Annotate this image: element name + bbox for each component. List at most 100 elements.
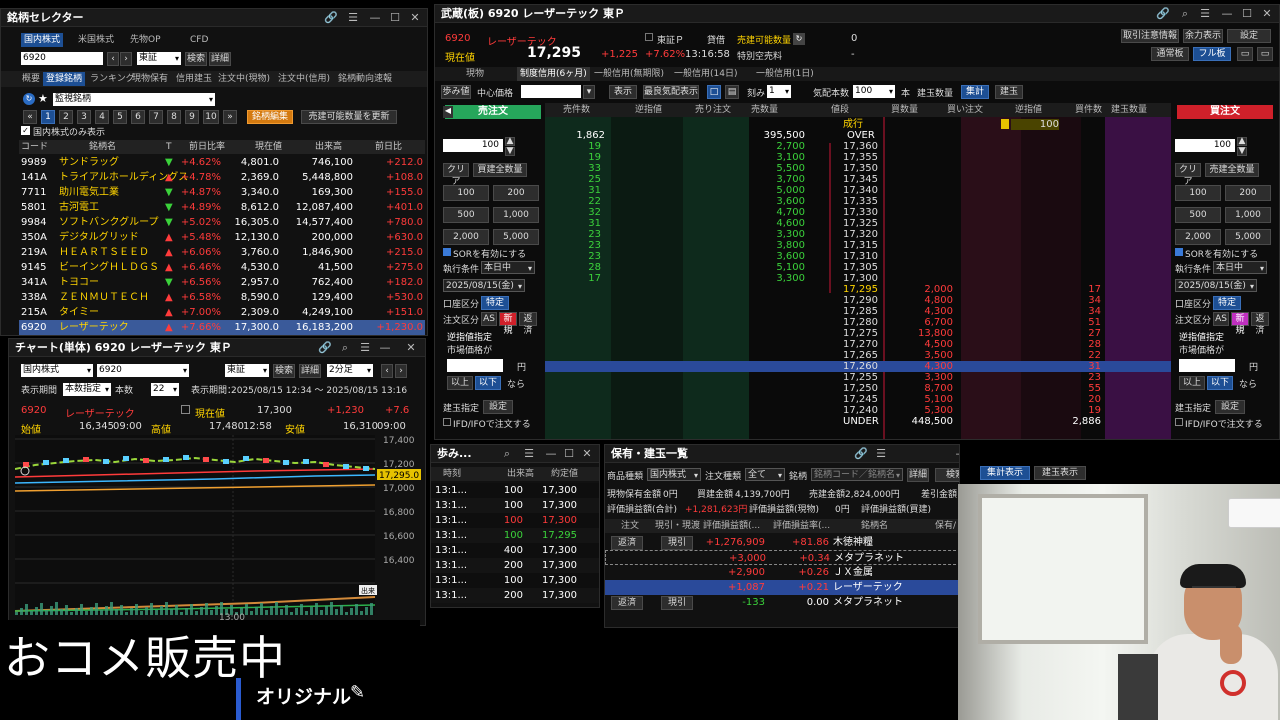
book-row[interactable]: 17,275 13,800 27 bbox=[545, 328, 1171, 339]
close-icon[interactable]: ✕ bbox=[1259, 5, 1275, 23]
holdings-search-button[interactable]: 検索 bbox=[935, 468, 959, 482]
period-mode-select[interactable]: 本数指定 bbox=[63, 383, 111, 396]
star-icon[interactable]: ★ bbox=[38, 92, 48, 105]
book-row[interactable]: 17,280 6,700 51 bbox=[545, 317, 1171, 328]
acct-button[interactable]: 特定 bbox=[1213, 296, 1241, 310]
close-icon[interactable]: ✕ bbox=[407, 9, 423, 27]
sum-view-tab[interactable]: 集計表示 bbox=[980, 466, 1030, 480]
stock-input[interactable]: 銘柄コード／銘柄名 bbox=[811, 468, 903, 482]
qty-down[interactable]: ▼ bbox=[505, 147, 515, 156]
chart-market-select[interactable]: 国内株式 bbox=[21, 364, 93, 377]
tick-row[interactable]: 13:1... 100 17,300 bbox=[431, 573, 599, 588]
col-vol[interactable]: 出来高 bbox=[315, 140, 342, 154]
page-8[interactable]: 8 bbox=[167, 110, 181, 124]
col-name[interactable]: 銘柄名 bbox=[89, 140, 116, 154]
acct-button[interactable]: 特定 bbox=[481, 296, 509, 310]
table-row[interactable]: 9989 サンドラッグ ▼ +4.62% 4,801.0 746,100 +212.0 bbox=[19, 155, 425, 170]
subtab-cash[interactable]: 現物保有 bbox=[129, 72, 171, 86]
build-set-button[interactable]: 設定 bbox=[483, 400, 513, 414]
book-row[interactable]: 17,270 4,500 28 bbox=[545, 339, 1171, 350]
page-1[interactable]: 1 bbox=[41, 110, 55, 124]
buy-order-button[interactable]: 買注文 bbox=[1177, 105, 1273, 119]
book-row[interactable]: 17,290 4,800 34 bbox=[545, 295, 1171, 306]
menu-icon[interactable]: ☰ bbox=[345, 9, 361, 27]
maximize-icon[interactable]: ☐ bbox=[387, 9, 403, 27]
book-row[interactable]: 17,240 5,300 19 bbox=[545, 405, 1171, 416]
table-row[interactable]: 215A タイミー ▲ +7.00% 2,309.0 4,249,100 +151.0 bbox=[19, 305, 425, 320]
as-button[interactable]: AS bbox=[481, 312, 497, 326]
page-9[interactable]: 9 bbox=[185, 110, 199, 124]
holding-row[interactable]: +3,000 +0.34 メタプラネット bbox=[605, 550, 959, 565]
book-row[interactable]: UNDER 448,500 2,886 bbox=[545, 416, 1171, 427]
page-6[interactable]: 6 bbox=[131, 110, 145, 124]
return-button[interactable]: 返済 bbox=[1251, 312, 1269, 336]
col-chg[interactable]: 前日比 bbox=[375, 140, 402, 154]
page-7[interactable]: 7 bbox=[149, 110, 163, 124]
as-button[interactable]: AS bbox=[1213, 312, 1229, 326]
book-row[interactable]: 31 5,000 17,340 bbox=[545, 185, 1171, 196]
tick-row[interactable]: 13:1... 100 17,295 bbox=[431, 528, 599, 543]
subtab-news[interactable]: 銘柄動向速報 bbox=[335, 72, 395, 86]
subtab-overview[interactable]: 概要 bbox=[19, 72, 43, 86]
table-row[interactable]: 341A トヨコー ▼ +6.56% 2,957.0 762,400 +182.0 bbox=[19, 275, 425, 290]
menu-icon[interactable]: ☰ bbox=[357, 339, 373, 357]
page-first[interactable]: « bbox=[23, 110, 37, 124]
date-select[interactable]: 2025/08/15(金) bbox=[1175, 279, 1257, 293]
tick-row[interactable]: 13:1... 200 17,300 bbox=[431, 588, 599, 603]
quick-qty-button[interactable]: 200 bbox=[1225, 185, 1271, 201]
build-button[interactable]: 建玉 bbox=[995, 85, 1023, 99]
ifd-checkbox[interactable] bbox=[1175, 418, 1183, 426]
below-button[interactable]: 以下 bbox=[1207, 376, 1233, 390]
menu-icon[interactable]: ☰ bbox=[873, 445, 889, 463]
qty-down[interactable]: ▼ bbox=[1237, 147, 1247, 156]
clear-button[interactable]: クリア bbox=[443, 163, 469, 187]
ifd-checkbox[interactable] bbox=[443, 418, 451, 426]
book-row[interactable]: 23 3,300 17,320 bbox=[545, 229, 1171, 240]
quick-qty-button[interactable]: 2,000 bbox=[443, 229, 489, 245]
book-row[interactable]: 17,260 4,300 31 bbox=[545, 361, 1171, 372]
book-row[interactable]: 31 4,600 17,325 bbox=[545, 218, 1171, 229]
subtab-margin[interactable]: 信用建玉 bbox=[173, 72, 215, 86]
book-row[interactable]: 32 4,700 17,330 bbox=[545, 207, 1171, 218]
date-select[interactable]: 2025/08/15(金) bbox=[443, 279, 525, 293]
chart-exchange-select[interactable]: 東証 bbox=[225, 364, 269, 377]
tick-row[interactable]: 13:1... 100 17,300 bbox=[431, 483, 599, 498]
book-row[interactable]: 1,862 395,500 OVER bbox=[545, 130, 1171, 141]
count-select[interactable]: 22 bbox=[151, 383, 179, 396]
table-row[interactable]: 219A ＨＥＡＲＴＳＥＥＤ ▲ +6.06% 3,760.0 1,846,900 +215… bbox=[19, 245, 425, 260]
page-3[interactable]: 3 bbox=[77, 110, 91, 124]
link-icon[interactable]: 🔗 bbox=[1155, 5, 1171, 23]
reverse-price-input[interactable] bbox=[447, 359, 503, 372]
table-row[interactable]: 9145 ビーイングＨＬＤＧＳ ▲ +6.46% 4,530.0 41,500 +275.0 bbox=[19, 260, 425, 275]
subtab-orders-margin[interactable]: 注文中(信用) bbox=[275, 72, 333, 86]
holding-row[interactable]: 返済 現引 -133 0.00 メタプラネット bbox=[605, 595, 959, 610]
exch-check[interactable] bbox=[645, 33, 653, 41]
position-view-tab[interactable]: 建玉表示 bbox=[1034, 466, 1086, 480]
book-row[interactable]: 17 3,300 17,300 bbox=[545, 273, 1171, 284]
page-5[interactable]: 5 bbox=[113, 110, 127, 124]
book-row[interactable]: 17,285 4,300 34 bbox=[545, 306, 1171, 317]
genbiki-button[interactable]: 現引 bbox=[661, 596, 693, 610]
book-row[interactable]: 成行 100 bbox=[545, 119, 1171, 130]
quick-qty-button[interactable]: 500 bbox=[1175, 207, 1221, 223]
tick-row[interactable]: 13:1... 100 17,300 bbox=[431, 498, 599, 513]
sum-button[interactable]: 集計 bbox=[961, 85, 989, 99]
tick-row[interactable]: 13:1... 400 17,300 bbox=[431, 543, 599, 558]
tab-margin-6m[interactable]: 制度信用(6ヶ月) bbox=[517, 67, 590, 81]
tab-futures[interactable]: 先物OP bbox=[127, 33, 164, 47]
show-button[interactable]: 表示 bbox=[609, 85, 637, 99]
all-qty-button[interactable]: 売建全数量 bbox=[1205, 163, 1259, 177]
book-row[interactable]: 17,255 3,300 23 bbox=[545, 372, 1171, 383]
sor-checkbox[interactable] bbox=[443, 248, 451, 256]
sell-order-button[interactable]: 売注文 bbox=[445, 105, 541, 119]
col-pct[interactable]: 前日比率 bbox=[189, 140, 225, 154]
book-row[interactable]: 23 3,600 17,310 bbox=[545, 251, 1171, 262]
search-icon[interactable]: ⌕ bbox=[337, 339, 353, 357]
menu-icon[interactable]: ☰ bbox=[1197, 5, 1213, 23]
tick-row[interactable]: 13:1... 100 17,300 bbox=[431, 513, 599, 528]
subtab-orders-cash[interactable]: 注文中(現物) bbox=[215, 72, 273, 86]
close-icon[interactable]: ✕ bbox=[403, 339, 419, 357]
quick-qty-button[interactable]: 200 bbox=[493, 185, 539, 201]
book-row[interactable]: 25 3,700 17,345 bbox=[545, 174, 1171, 185]
view-a-button[interactable]: □ bbox=[707, 85, 721, 99]
